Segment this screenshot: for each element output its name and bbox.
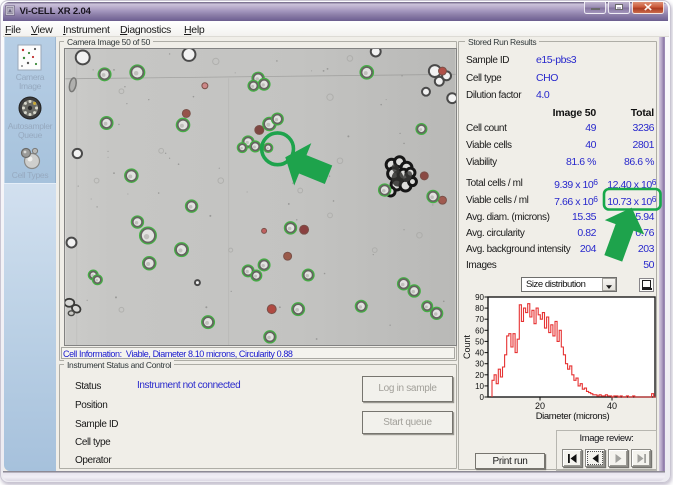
svg-text:Count: Count [462,335,472,360]
svg-text:10: 10 [475,382,484,391]
svg-text:0: 0 [480,393,485,402]
svg-text:40: 40 [607,401,617,411]
svg-text:60: 60 [475,326,484,335]
svg-text:40: 40 [475,349,484,358]
svg-text:50: 50 [475,337,484,346]
svg-text:20: 20 [475,371,484,380]
svg-text:70: 70 [475,315,484,324]
svg-text:20: 20 [535,401,545,411]
svg-text:30: 30 [475,360,484,369]
svg-text:90: 90 [475,293,484,302]
svg-text:80: 80 [475,304,484,313]
